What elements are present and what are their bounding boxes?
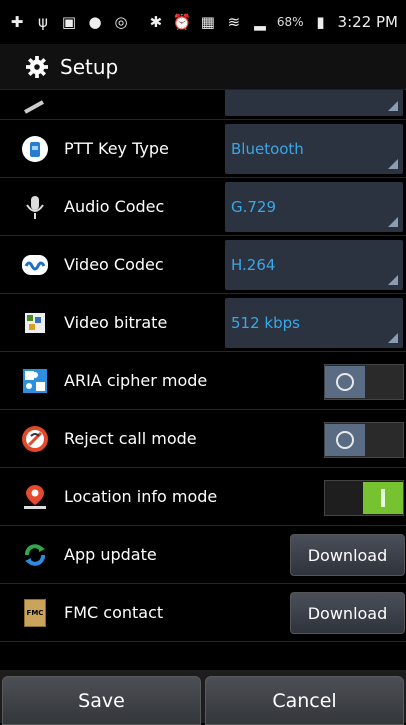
reject-call-icon [20,424,50,454]
ptt-key-type-select[interactable]: Bluetooth [225,124,403,174]
setting-audio-codec: Audio Codec G.729 [0,178,406,236]
fmc-icon: FMC [20,598,50,628]
image-icon: ▣ [61,13,77,31]
plus-icon: ✚ [10,13,24,31]
partial-select[interactable] [225,90,403,116]
setting-video-bitrate: Video bitrate 512 kbps [0,294,406,352]
reject-call-toggle[interactable] [324,422,404,458]
partial-icon [20,92,50,122]
battery-percent: 68% [276,15,304,29]
setting-app-update: App update Download [0,526,406,584]
audio-codec-label: Audio Codec [64,197,165,216]
fmc-contact-label: FMC contact [64,603,164,622]
reject-call-label: Reject call mode [64,429,197,448]
wifi-signal-icon: ◎ [114,13,128,31]
walkie-talkie-icon [20,134,50,164]
setting-video-codec: Video Codec H.264 [0,236,406,294]
app-update-label: App update [64,545,157,564]
app-update-download-button[interactable]: Download [290,534,405,576]
cancel-button[interactable]: Cancel [205,676,404,725]
video-codec-value: H.264 [231,256,276,274]
setting-ptt-key-type: PTT Key Type Bluetooth [0,120,406,178]
toggle-knob [363,482,403,514]
save-button[interactable]: Save [2,676,201,725]
aria-label: ARIA cipher mode [64,371,208,390]
toggle-knob [325,424,365,456]
status-bar: ✚ ψ ▣ ● ◎ ✱ ⏰ ▦ ≋ ▂ 68% ▮ 3:22 PM [0,0,406,44]
bluetooth-icon: ✱ [149,13,163,31]
fmc-contact-download-button[interactable]: Download [290,592,405,634]
wifi-icon: ≋ [227,13,241,31]
alarm-icon: ⏰ [172,13,192,31]
page-title: Setup [60,54,119,79]
video-codec-label: Video Codec [64,255,164,274]
hd-icon: ▦ [200,13,215,31]
bottom-bar: Save Cancel [0,670,406,725]
video-bitrate-label: Video bitrate [64,313,168,332]
status-left: ✚ ψ ▣ ● ◎ [8,13,130,31]
list-item-partial [0,90,406,120]
action-bar: Setup [0,44,406,90]
audio-codec-value: G.729 [231,198,277,216]
fmc-icon-label: FMC [24,598,46,627]
signal-icon: ▂ [254,13,266,31]
bitrate-icon [20,308,50,338]
video-bitrate-value: 512 kbps [231,314,300,332]
location-label: Location info mode [64,487,218,506]
video-codec-icon [20,250,50,280]
video-codec-select[interactable]: H.264 [225,240,403,290]
toggle-knob [325,366,365,398]
setting-fmc-contact: FMC FMC contact Download [0,584,406,642]
usb-icon: ψ [38,13,48,31]
audio-codec-select[interactable]: G.729 [225,182,403,232]
aria-cipher-toggle[interactable] [324,364,404,400]
ptt-value: Bluetooth [231,140,304,158]
ptt-label: PTT Key Type [64,139,169,158]
battery-icon: ▮ [316,13,325,31]
video-bitrate-select[interactable]: 512 kbps [225,298,403,348]
setting-aria-cipher-mode: ARIA cipher mode [0,352,406,410]
status-right: ✱ ⏰ ▦ ≋ ▂ 68% ▮ 3:22 PM [147,13,398,31]
avatar-icon: ● [88,13,102,31]
settings-list[interactable]: PTT Key Type Bluetooth Audio Codec G.729… [0,90,406,658]
puzzle-icon [20,366,50,396]
location-pin-icon [20,482,50,512]
location-info-toggle[interactable] [324,480,404,516]
refresh-icon [20,540,50,570]
setting-location-info-mode: Location info mode [0,468,406,526]
clock: 3:22 PM [337,13,398,31]
gear-icon [26,55,48,78]
setting-reject-call-mode: Reject call mode [0,410,406,468]
microphone-icon [20,192,50,222]
